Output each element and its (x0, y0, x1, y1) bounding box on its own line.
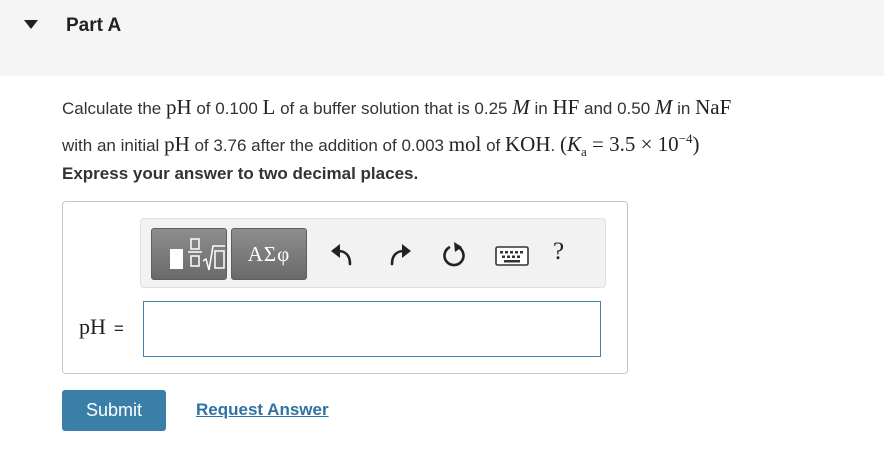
question-text: Calculate the pH of 0.100 L of a buffer … (62, 92, 862, 167)
math-mol: mol (448, 132, 482, 156)
request-answer-link[interactable]: Request Answer (196, 400, 329, 420)
math-hf: HF (552, 95, 580, 119)
math-ph: pH (165, 95, 192, 119)
math-ph-2: pH (164, 132, 190, 156)
templates-icon (170, 238, 225, 271)
question-line-2: with an initial pH of 3.76 after the add… (62, 131, 700, 160)
math-liter: L (262, 95, 276, 119)
math-ka-expression: (Ka = 3.5 × 10−4) (559, 131, 700, 160)
question-line-1: Calculate the pH of 0.100 L of a buffer … (62, 95, 732, 119)
reset-icon[interactable] (439, 240, 469, 270)
redo-icon[interactable] (385, 240, 415, 270)
answer-box: ΑΣφ ? pH = (62, 201, 628, 374)
undo-icon[interactable] (327, 240, 357, 270)
part-title: Part A (66, 15, 122, 36)
answer-input[interactable] (143, 301, 601, 357)
templates-button[interactable] (151, 228, 227, 280)
symbols-button[interactable]: ΑΣφ (231, 228, 307, 280)
keyboard-icon[interactable] (495, 245, 529, 267)
answer-label: pH = (79, 314, 124, 339)
math-naf: NaF (695, 95, 732, 119)
math-toolbar: ΑΣφ ? (140, 218, 606, 288)
instruction-text: Express your answer to two decimal place… (62, 164, 419, 183)
part-header[interactable]: Part A (0, 0, 884, 76)
math-koh: KOH (505, 132, 551, 156)
submit-button[interactable]: Submit (62, 390, 166, 431)
help-icon[interactable]: ? (553, 238, 564, 266)
math-molar: M (512, 95, 530, 119)
collapse-triangle-icon[interactable] (24, 20, 38, 29)
math-molar-2: M (654, 95, 673, 119)
